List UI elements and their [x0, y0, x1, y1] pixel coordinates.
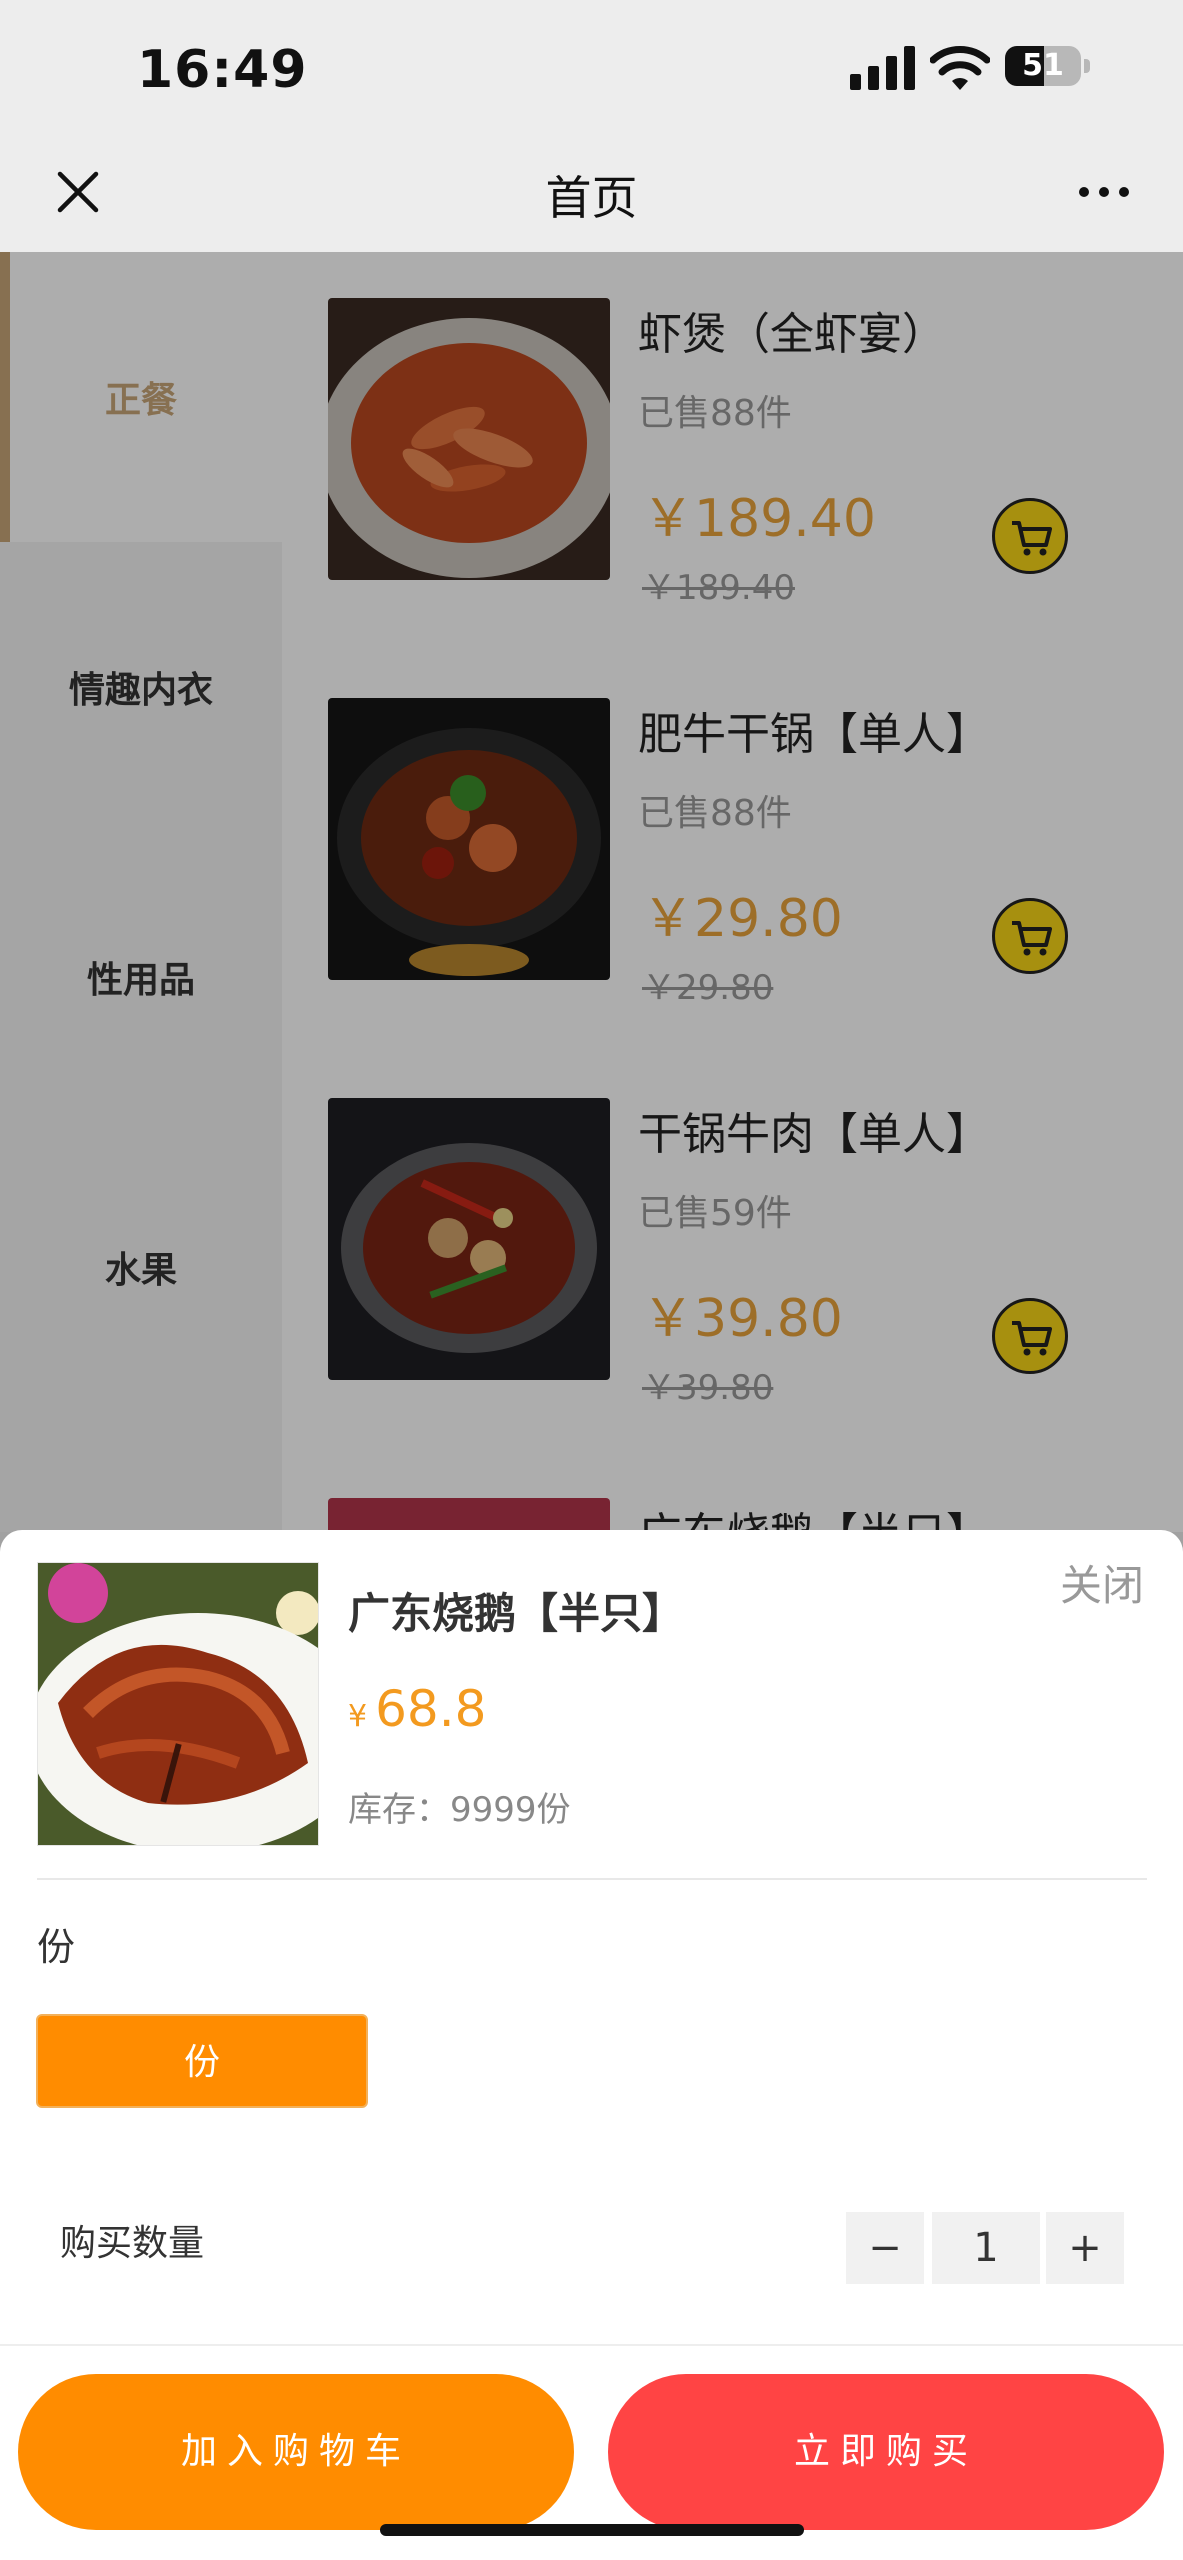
divider [0, 2344, 1183, 2346]
more-icon[interactable] [1076, 182, 1132, 202]
close-sheet-button[interactable]: 关闭 [1060, 1552, 1144, 1613]
spec-label: 份 [37, 1925, 76, 1969]
add-to-cart-button[interactable]: 加入购物车 [18, 2374, 574, 2530]
status-bar: 16:49 51 [0, 0, 1183, 140]
home-indicator [380, 2524, 804, 2536]
battery-percent: 51 [1022, 48, 1064, 83]
quantity-label: 购买数量 [60, 2223, 205, 2264]
signal-icon [850, 46, 915, 90]
divider [37, 1878, 1147, 1880]
sheet-product-price: ¥68.8 [348, 1680, 486, 1738]
quantity-increase-button[interactable]: + [1046, 2212, 1124, 2284]
wifi-icon [930, 46, 990, 90]
price-value: 68.8 [375, 1680, 487, 1738]
battery-icon: 51 [1005, 46, 1090, 88]
page-title: 首页 [545, 171, 638, 225]
stock-text: 库存：9999份 [348, 1790, 571, 1830]
status-time: 16:49 [137, 40, 308, 100]
sheet-product-image [37, 1562, 319, 1846]
navbar: 首页 [0, 140, 1183, 252]
product-options-sheet: 广东烧鹅【半只】 关闭 ¥68.8 库存：9999份 份 份 购买数量 − 1 … [0, 1530, 1183, 2560]
spec-option-button[interactable]: 份 [36, 2014, 368, 2108]
quantity-decrease-button[interactable]: − [846, 2212, 924, 2284]
currency-symbol: ¥ [348, 1699, 368, 1734]
buy-now-button[interactable]: 立即购买 [608, 2374, 1164, 2530]
sheet-product-name: 广东烧鹅【半只】 [348, 1589, 685, 1638]
quantity-input[interactable]: 1 [932, 2212, 1040, 2284]
